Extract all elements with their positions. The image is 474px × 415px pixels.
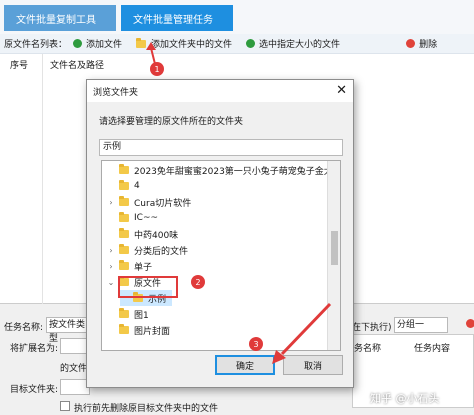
arrow-3 — [280, 302, 332, 356]
annotation-arrows — [146, 42, 332, 364]
arrow-1 — [150, 47, 156, 65]
arrow-1-head — [146, 42, 156, 50]
